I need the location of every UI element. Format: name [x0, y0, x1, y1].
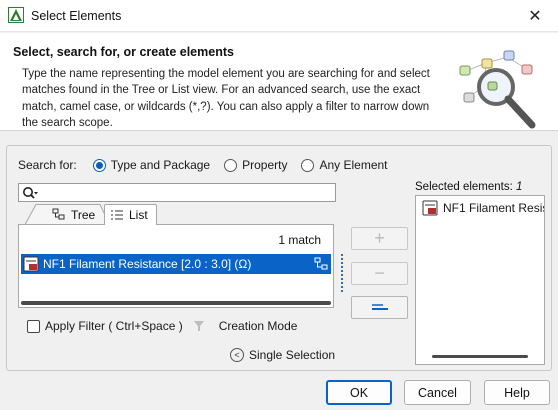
tab-tree-label: Tree	[71, 207, 96, 222]
single-selection-label: Single Selection	[249, 348, 336, 362]
radio-type-and-package-label: Type and Package	[110, 158, 211, 172]
close-icon[interactable]: ✕	[512, 0, 558, 32]
selected-elements-header: Selected elements: 1	[415, 181, 522, 193]
help-button[interactable]: Help	[484, 380, 550, 405]
header-description: Type the name representing the model ele…	[22, 68, 430, 129]
search-icon[interactable]	[22, 186, 38, 200]
apply-filter-checkbox[interactable]	[27, 319, 40, 333]
dialog-footer	[0, 373, 558, 410]
tree-structure-icon[interactable]	[314, 257, 328, 271]
results-list[interactable]: 1 match NF1 Filament Resistance [2.0 : 3…	[18, 224, 334, 308]
value-property-icon	[23, 256, 39, 272]
cancel-button[interactable]: Cancel	[404, 380, 471, 405]
ok-button[interactable]: OK	[326, 380, 392, 405]
search-illustration-icon	[459, 50, 536, 129]
match-count: 1 match	[278, 233, 321, 247]
tab-list[interactable]: List	[104, 204, 157, 225]
chevron-left-icon: <	[230, 348, 244, 362]
window-title: Select Elements	[31, 9, 122, 23]
selected-count: 1	[516, 181, 523, 193]
dialog-header: Select, search for, or create elements T…	[0, 33, 558, 131]
apply-filter-label: Apply Filter ( Ctrl+Space )	[45, 319, 183, 333]
list-item-label: NF1 Filament Resistance [2.0 : 3.0] (Ω)	[43, 257, 252, 271]
radio-any-element[interactable]: Any Element	[301, 158, 388, 172]
search-box[interactable]	[18, 183, 336, 202]
tree-view-icon	[52, 208, 65, 220]
selected-elements-label: Selected elements:	[415, 181, 513, 193]
replace-button[interactable]	[351, 296, 408, 319]
title-bar: Select Elements ✕	[0, 0, 558, 32]
list-item[interactable]: NF1 Filament Resistance	[422, 200, 544, 216]
remove-button[interactable]: −	[351, 262, 408, 285]
filter-icon[interactable]	[193, 320, 205, 332]
creation-mode-label[interactable]: Creation Mode	[219, 319, 298, 333]
search-for-row: Search for: Type and Package Property An…	[18, 158, 388, 172]
search-input[interactable]	[41, 185, 331, 200]
tab-list-label: List	[129, 208, 148, 222]
single-selection-toggle[interactable]: < Single Selection	[230, 348, 335, 362]
filter-row: Apply Filter ( Ctrl+Space ) Creation Mod…	[27, 319, 297, 333]
radio-any-element-label: Any Element	[319, 158, 388, 172]
value-property-icon	[422, 200, 438, 216]
list-view-icon	[111, 210, 123, 220]
radio-property-label: Property	[242, 158, 288, 172]
radio-property[interactable]: Property	[224, 158, 287, 172]
tab-tree[interactable]: Tree	[52, 204, 112, 225]
selected-elements-list[interactable]: NF1 Filament Resistance	[415, 195, 545, 365]
view-tabs: Tree List	[24, 203, 224, 226]
search-for-label: Search for:	[18, 158, 77, 172]
plus-icon: +	[374, 228, 385, 248]
horizontal-scrollbar[interactable]	[432, 355, 528, 358]
radio-type-and-package[interactable]: Type and Package	[92, 158, 211, 172]
radio-unselected-icon	[224, 158, 238, 172]
radio-selected-icon	[92, 158, 106, 172]
header-title: Select, search for, or create elements	[13, 45, 234, 59]
replace-icon	[371, 303, 388, 310]
list-item-label: NF1 Filament Resistance	[443, 201, 544, 215]
horizontal-scrollbar[interactable]	[21, 301, 331, 305]
add-button[interactable]: +	[351, 227, 408, 250]
list-item[interactable]: NF1 Filament Resistance [2.0 : 3.0] (Ω)	[21, 254, 331, 274]
app-icon	[8, 7, 24, 23]
splitter-handle[interactable]	[341, 254, 343, 292]
radio-unselected-icon	[301, 158, 315, 172]
minus-icon: −	[374, 263, 385, 283]
